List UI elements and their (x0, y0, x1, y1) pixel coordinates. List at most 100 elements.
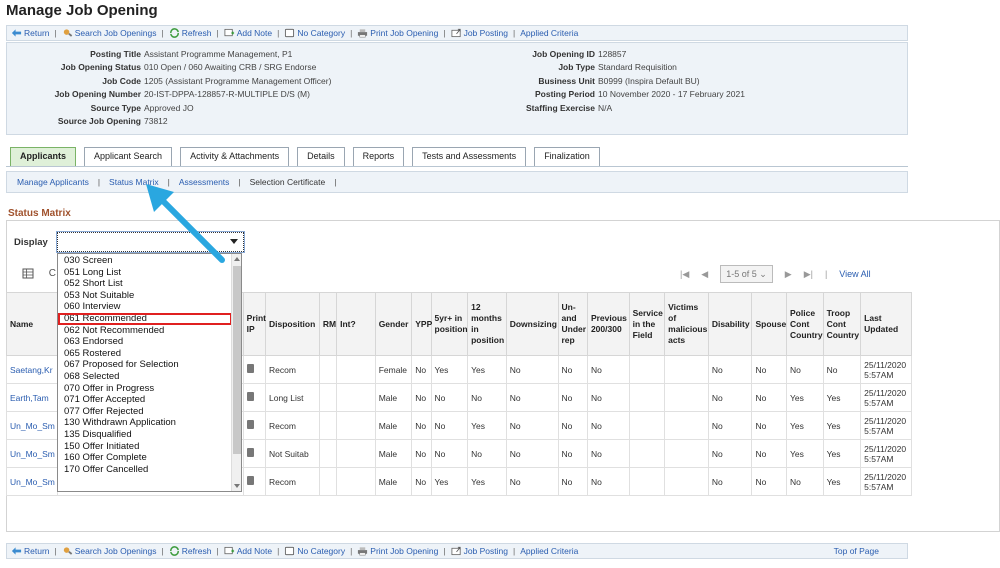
column-header[interactable]: Service in the Field (628, 292, 666, 356)
dropdown-option[interactable]: 061 Recommended (58, 312, 232, 325)
manage-applicants-link[interactable]: Manage Applicants (17, 177, 89, 187)
column-header[interactable]: 12 months in position (467, 292, 507, 356)
header-field: Staffing Exercise N/A (457, 102, 957, 114)
return-link-bottom[interactable]: Return (11, 546, 50, 556)
dropdown-option[interactable]: 062 Not Recommended (58, 325, 232, 337)
dropdown-option[interactable]: 130 Withdrawn Application (58, 417, 232, 429)
dropdown-option[interactable]: 060 Interview (58, 301, 232, 313)
tab-reports[interactable]: Reports (352, 147, 405, 166)
tab-applicants[interactable]: Applicants (10, 147, 77, 166)
dropdown-option[interactable]: 070 Offer in Progress (58, 383, 232, 395)
column-header[interactable]: Downsizing (505, 292, 559, 356)
column-header[interactable]: YPP (411, 292, 432, 356)
no-category-link-bottom[interactable]: No Category (284, 546, 345, 556)
scroll-down-icon[interactable] (234, 484, 240, 488)
column-header[interactable]: Disability (707, 292, 753, 356)
cell-disposition: Not Suitab (265, 439, 320, 468)
pager-divider: | (824, 269, 828, 279)
last-page-icon[interactable]: ▶| (804, 269, 813, 280)
top-of-page-link[interactable]: Top of Page (834, 546, 879, 556)
cell-spouse: No (751, 383, 788, 412)
dropdown-option[interactable]: 170 Offer Cancelled (58, 464, 232, 476)
display-label: Display (14, 237, 48, 248)
applicant-name-link[interactable]: Earth,Tam (10, 393, 49, 403)
applied-criteria-link-bottom[interactable]: Applied Criteria (520, 546, 578, 556)
column-header[interactable]: 5yr+ in position (430, 292, 469, 356)
column-header[interactable]: Troop Cont Country (822, 292, 862, 356)
dropdown-option[interactable]: 052 Short List (58, 278, 232, 290)
refresh-icon (169, 546, 179, 556)
cell-prev: No (586, 411, 630, 440)
printer-icon (358, 547, 368, 556)
header-field-value: 128857 (598, 49, 627, 59)
job-posting-link[interactable]: Job Posting (451, 28, 508, 38)
print-ip-icon[interactable] (246, 364, 254, 373)
refresh-link-bottom[interactable]: Refresh (169, 546, 211, 556)
previous-page-icon[interactable]: ◀ (701, 269, 708, 280)
add-note-link-bottom[interactable]: Add Note (224, 546, 272, 556)
refresh-link[interactable]: Refresh (169, 28, 211, 38)
tab-applicant-search[interactable]: Applicant Search (84, 147, 173, 166)
dropdown-option[interactable]: 063 Endorsed (58, 336, 232, 348)
print-ip-icon[interactable] (246, 420, 254, 429)
dropdown-option[interactable]: 135 Disqualified (58, 429, 232, 441)
next-page-icon[interactable]: ▶ (785, 269, 792, 280)
search-job-openings-link-bottom[interactable]: Search Job Openings (62, 546, 156, 556)
column-header[interactable]: Spouse (751, 292, 788, 356)
tab-tests-and-assessments[interactable]: Tests and Assessments (412, 147, 527, 166)
column-header[interactable]: Gender (374, 292, 413, 356)
print-ip-icon[interactable] (246, 392, 254, 401)
print-job-opening-link-bottom[interactable]: Print Job Opening (357, 546, 438, 556)
applicant-name-link[interactable]: Saetang,Kr (10, 365, 53, 375)
print-ip-icon[interactable] (246, 476, 254, 485)
first-page-icon[interactable]: |◀ (680, 269, 689, 280)
column-header[interactable]: Int? (336, 292, 376, 356)
column-header[interactable]: Disposition (265, 292, 320, 356)
grid-personalize-icon[interactable] (22, 268, 34, 279)
scroll-thumb[interactable] (233, 266, 241, 454)
header-field-label: Job Opening ID (532, 49, 595, 59)
print-ip-icon[interactable] (246, 448, 254, 457)
dropdown-scrollbar[interactable] (231, 254, 241, 491)
return-link[interactable]: Return (11, 28, 50, 38)
header-field-value: N/A (598, 102, 613, 113)
no-category-link[interactable]: No Category (284, 28, 345, 38)
dropdown-option[interactable]: 071 Offer Accepted (58, 394, 232, 406)
column-header[interactable]: Un-and Under rep (557, 292, 588, 356)
column-header[interactable]: Police Cont Country (786, 292, 824, 356)
dropdown-option[interactable]: 053 Not Suitable (58, 290, 232, 302)
print-ip-cell (242, 411, 267, 440)
dropdown-option[interactable]: 077 Offer Rejected (58, 406, 232, 418)
applicant-name-link[interactable]: Un_Mo_Sm (10, 421, 55, 431)
applied-criteria-link[interactable]: Applied Criteria (520, 28, 578, 38)
job-posting-link-bottom[interactable]: Job Posting (451, 546, 508, 556)
dropdown-option[interactable]: 065 Rostered (58, 348, 232, 360)
search-job-openings-link[interactable]: Search Job Openings (62, 28, 156, 38)
dropdown-option[interactable]: 068 Selected (58, 371, 232, 383)
dropdown-option[interactable]: 067 Proposed for Selection (58, 359, 232, 371)
add-note-link[interactable]: Add Note (224, 28, 272, 38)
page-title: Manage Job Opening (6, 2, 158, 19)
column-header[interactable]: Last Updated (860, 292, 912, 356)
cell-disposition: Recom (265, 467, 320, 496)
tab-details[interactable]: Details (297, 147, 345, 166)
page-range-select[interactable]: 1-5 of 5 ⌄ (720, 265, 773, 283)
applicant-name-link[interactable]: Un_Mo_Sm (10, 449, 55, 459)
column-header[interactable]: RM (318, 292, 338, 356)
print-job-opening-link[interactable]: Print Job Opening (357, 28, 438, 38)
cell-police: No (786, 355, 824, 384)
column-header[interactable]: Name (6, 292, 58, 356)
view-all-link[interactable]: View All (839, 269, 870, 279)
column-header[interactable]: Victims of malicious acts (664, 292, 709, 356)
dropdown-option[interactable]: 160 Offer Complete (58, 452, 232, 464)
cell-unrep: No (557, 411, 588, 440)
cell-rm (318, 355, 338, 384)
cell-prev: No (586, 467, 630, 496)
dropdown-option[interactable]: 051 Long List (58, 267, 232, 279)
applicant-name-link[interactable]: Un_Mo_Sm (10, 477, 55, 487)
tab-activity-attachments[interactable]: Activity & Attachments (180, 147, 290, 166)
tab-finalization[interactable]: Finalization (534, 147, 600, 166)
column-header[interactable]: Previous 200/300 (586, 292, 630, 356)
column-header[interactable]: Print IP (242, 292, 266, 356)
dropdown-option[interactable]: 150 Offer Initiated (58, 441, 232, 453)
